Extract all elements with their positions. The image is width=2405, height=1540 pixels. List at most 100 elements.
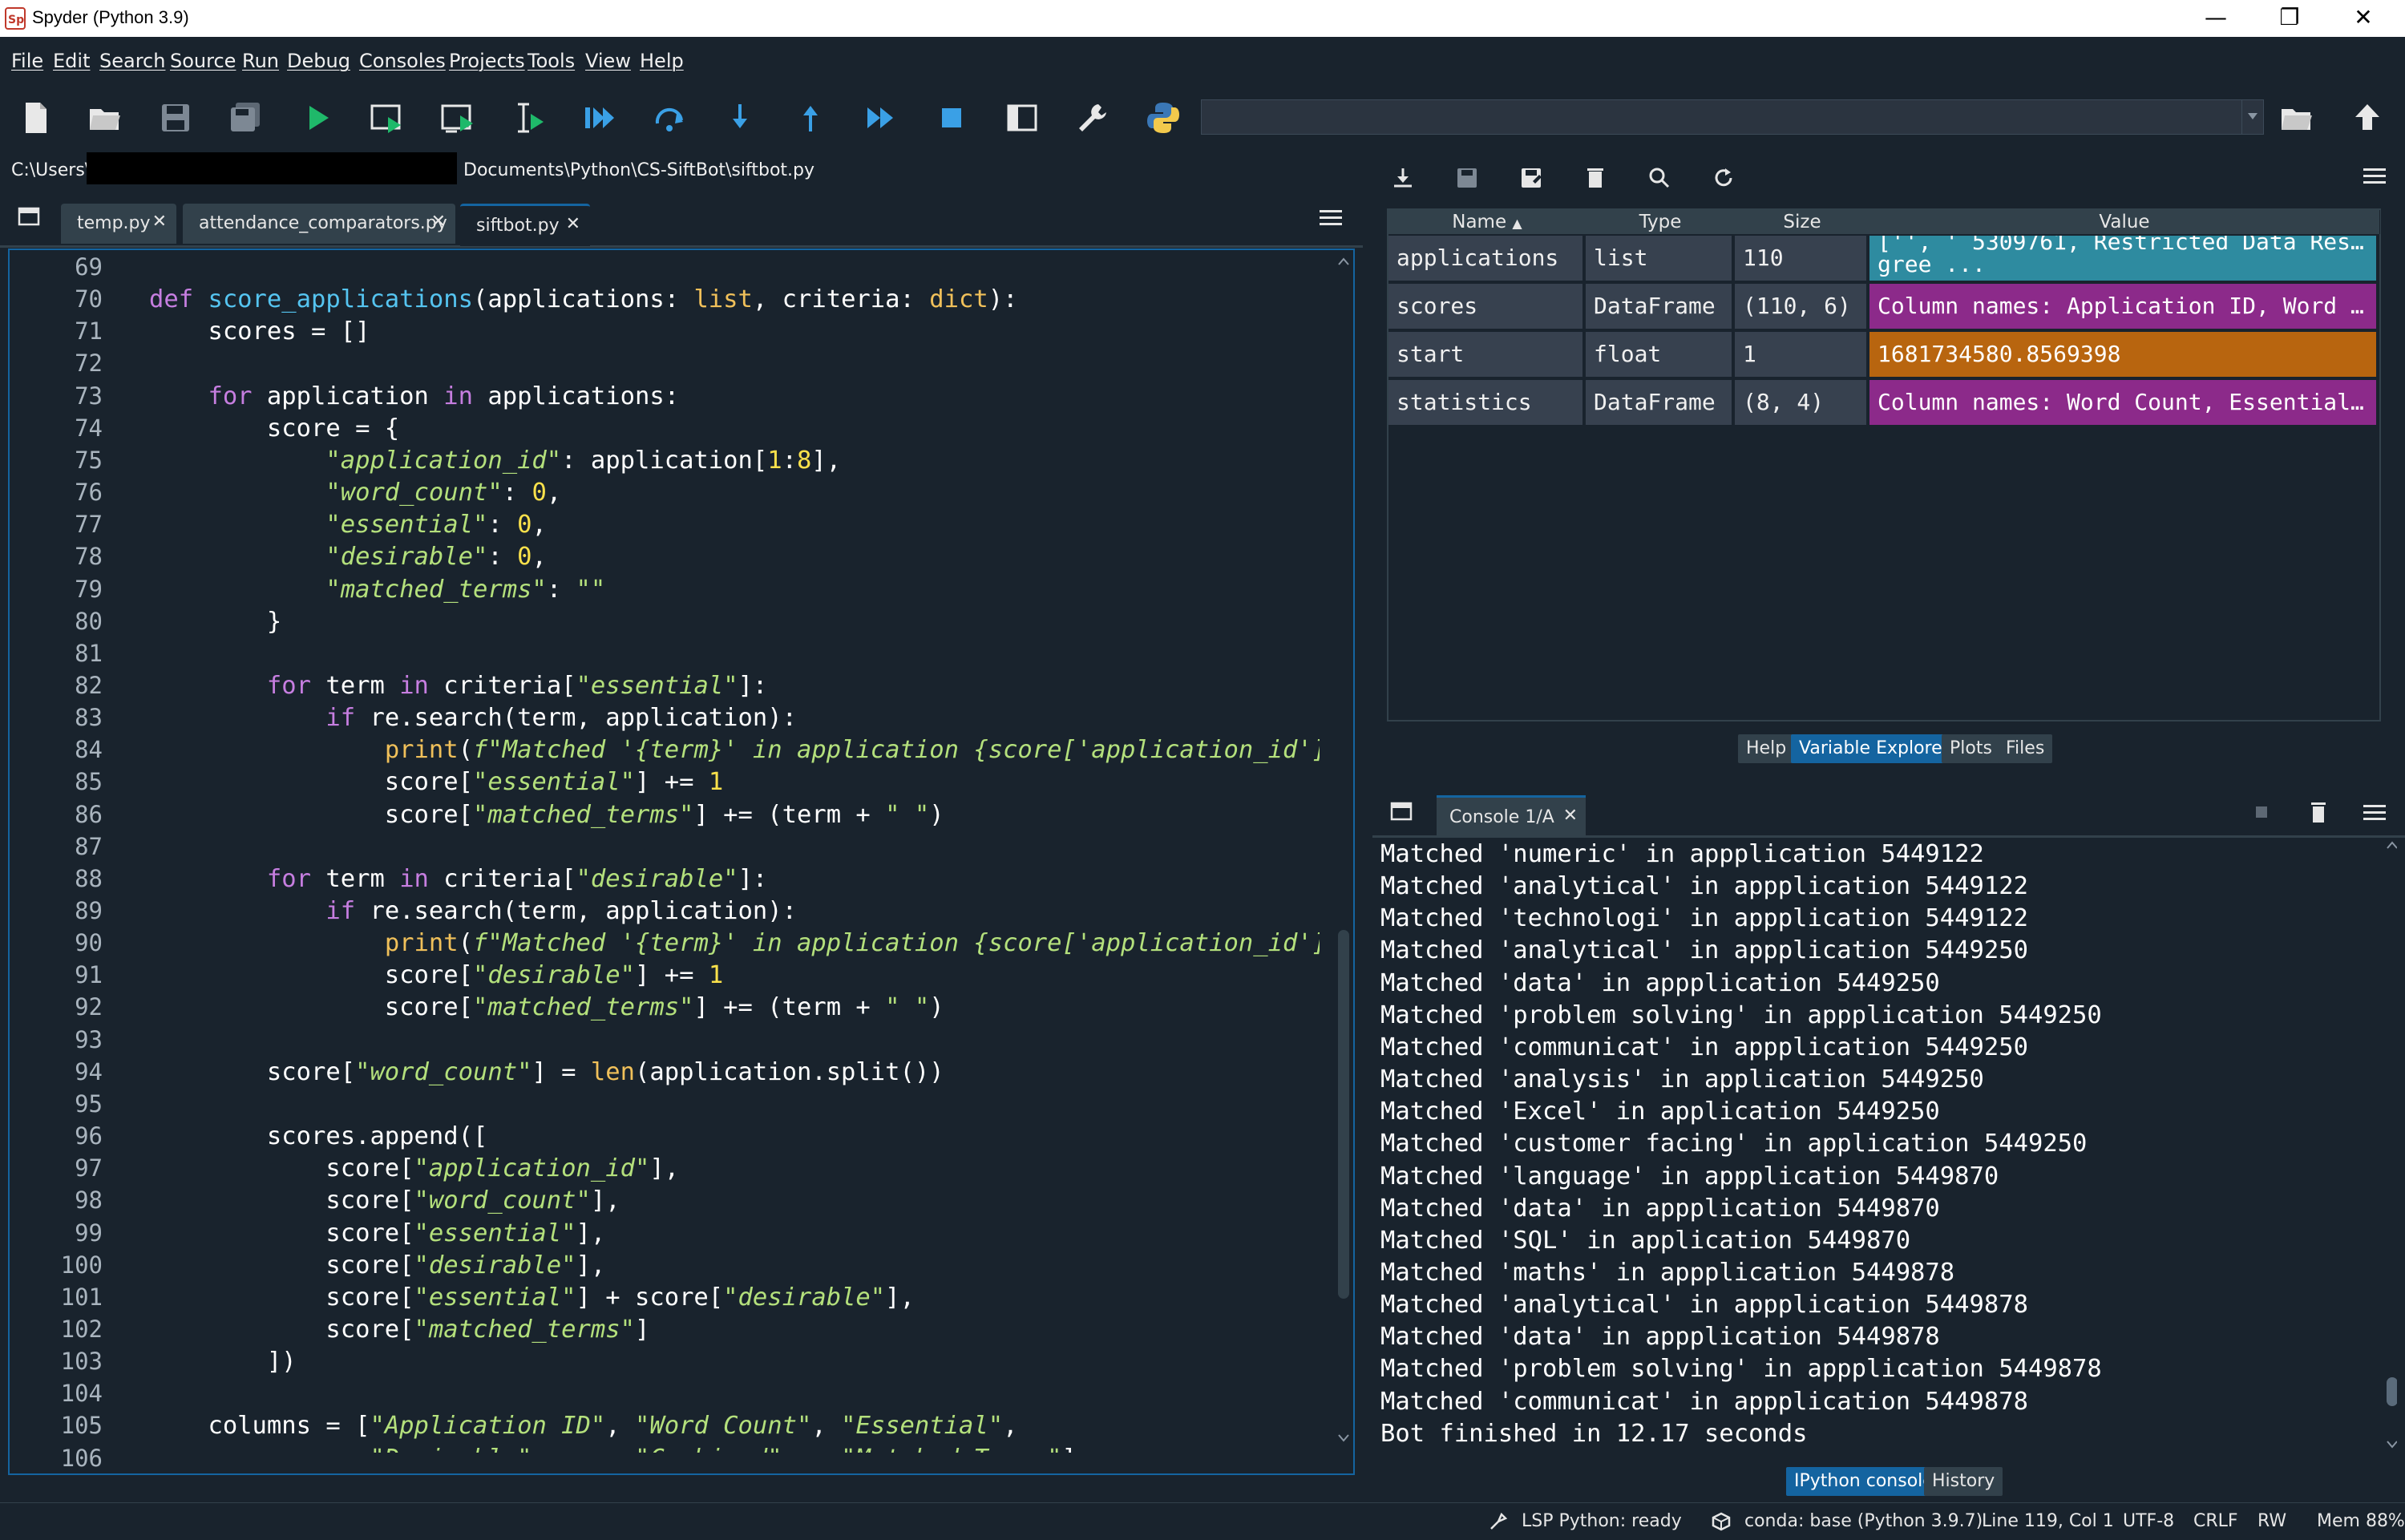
scroll-down-icon[interactable] — [1337, 1433, 1350, 1443]
variable-size-cell[interactable]: 1 — [1735, 332, 1869, 380]
hamburger-menu-icon[interactable] — [1320, 208, 1342, 226]
tab-console-1a[interactable]: Console 1/A ✕ — [1437, 795, 1586, 838]
menu-file[interactable]: File — [11, 50, 43, 72]
import-data-icon[interactable] — [1390, 165, 1416, 191]
variable-table[interactable]: Name ▲ Type Size Value applications list 1… — [1387, 208, 2381, 721]
code-editor[interactable]: 69 70 71 72 73 74 75 76 77 78 79 80 81 82 83 84 85 86 87 88… — [8, 249, 1355, 1475]
code-token: : application[ — [561, 446, 768, 475]
minimize-button[interactable]: — — [2179, 0, 2253, 37]
variable-value-cell[interactable]: Column names: Word Count, Essential… — [1869, 380, 2379, 428]
lsp-status[interactable]: LSP Python: ready — [1522, 1511, 1682, 1531]
interrupt-kernel-icon[interactable] — [2254, 805, 2269, 819]
column-header-name[interactable]: Name ▲ — [1388, 210, 1586, 234]
variable-name-cell[interactable]: scores — [1388, 284, 1586, 332]
column-header-size[interactable]: Size — [1735, 210, 1870, 234]
new-file-icon[interactable] — [18, 99, 55, 136]
tab-variable-explorer[interactable]: Variable Explorer — [1791, 734, 1958, 763]
stop-debug-icon[interactable] — [933, 99, 970, 136]
menu-edit[interactable]: Edit — [53, 50, 90, 72]
close-tab-icon[interactable]: ✕ — [152, 212, 167, 232]
menu-debug[interactable]: Debug — [287, 50, 350, 72]
step-into-icon[interactable] — [722, 99, 758, 136]
menu-search[interactable]: Search — [99, 50, 165, 72]
variable-size-cell[interactable]: 110 — [1735, 236, 1869, 284]
save-data-icon[interactable] — [1454, 165, 1480, 191]
parent-directory-icon[interactable] — [2349, 99, 2386, 136]
variable-value-cell[interactable]: 1681734580.8569398 — [1869, 332, 2379, 380]
python-path-manager-icon[interactable] — [1145, 99, 1182, 136]
working-directory-combo[interactable] — [1201, 99, 2264, 135]
editor-vertical-scrollbar[interactable] — [1336, 257, 1352, 1443]
browse-tabs-icon[interactable] — [18, 207, 40, 226]
menu-source[interactable]: Source — [170, 50, 236, 72]
variable-name-cell[interactable]: statistics — [1388, 380, 1586, 428]
search-icon[interactable] — [1647, 165, 1672, 191]
variable-name-cell[interactable]: applications — [1388, 236, 1586, 284]
combo-dropdown-icon[interactable] — [2241, 100, 2263, 134]
line-number: 80 — [75, 607, 103, 635]
scroll-up-icon[interactable] — [1337, 257, 1350, 266]
hamburger-menu-icon[interactable] — [2363, 803, 2386, 821]
refresh-icon[interactable] — [1711, 165, 1736, 191]
console-output[interactable]: Matched 'numeric' in appplication 544912… — [1380, 840, 2397, 1465]
close-tab-icon[interactable]: ✕ — [1563, 806, 1578, 826]
variable-size-cell[interactable]: (110, 6) — [1735, 284, 1869, 332]
variable-type-cell[interactable]: DataFrame — [1586, 284, 1735, 332]
variable-type-cell[interactable]: DataFrame — [1586, 380, 1735, 428]
close-button[interactable]: ✕ — [2326, 0, 2400, 37]
variable-value-cell[interactable]: ['', ' 5309761, Restricted Data Res… gree… — [1869, 236, 2379, 284]
scroll-down-icon[interactable] — [2386, 1440, 2397, 1449]
step-icon[interactable] — [651, 99, 688, 136]
run-selection-icon[interactable] — [510, 99, 547, 136]
run-icon[interactable] — [300, 99, 337, 136]
tab-history[interactable]: History — [1924, 1467, 2003, 1496]
preferences-wrench-icon[interactable] — [1074, 99, 1111, 136]
tab-ipython-console[interactable]: IPython console — [1786, 1467, 1942, 1496]
variable-type-cell[interactable]: float — [1586, 332, 1735, 380]
menu-view[interactable]: View — [585, 50, 631, 72]
save-data-as-icon[interactable] — [1518, 165, 1544, 191]
tab-siftbot-py[interactable]: siftbot.py ✕ — [460, 204, 590, 246]
line-number: 91 — [75, 961, 103, 989]
tab-attendance-comparators-py[interactable]: attendance_comparators.py ✕ — [183, 204, 455, 244]
menu-projects[interactable]: Projects — [449, 50, 525, 72]
variable-type-cell[interactable]: list — [1586, 236, 1735, 284]
menu-run[interactable]: Run — [242, 50, 279, 72]
scroll-up-icon[interactable] — [2386, 840, 2397, 850]
remove-all-variables-icon[interactable] — [1582, 165, 1608, 191]
console-line: Matched 'SQL' in application 5449870 — [1380, 1226, 1911, 1255]
save-all-icon[interactable] — [228, 99, 265, 136]
tab-files[interactable]: Files — [1998, 734, 2053, 763]
hamburger-menu-icon[interactable] — [2363, 167, 2386, 184]
open-file-icon[interactable] — [87, 99, 123, 136]
console-vertical-scrollbar[interactable] — [2384, 840, 2397, 1449]
scrollbar-thumb[interactable] — [1338, 930, 1349, 1299]
conda-environment[interactable]: conda: base (Python 3.9.7) — [1744, 1511, 1983, 1531]
tab-temp-py[interactable]: temp.py ✕ — [61, 204, 176, 244]
menu-consoles[interactable]: Consoles — [359, 50, 446, 72]
debug-icon[interactable] — [580, 99, 617, 136]
browse-tabs-icon[interactable] — [1390, 802, 1413, 821]
code-text-area[interactable]: def score_applications(applications: lis… — [149, 250, 1320, 1453]
menu-help[interactable]: Help — [640, 50, 684, 72]
tab-help[interactable]: Help — [1738, 734, 1795, 763]
close-tab-icon[interactable]: ✕ — [431, 212, 446, 232]
column-header-type[interactable]: Type — [1586, 210, 1736, 234]
maximize-pane-icon[interactable] — [1004, 99, 1041, 136]
step-return-icon[interactable] — [792, 99, 829, 136]
save-icon[interactable] — [157, 99, 194, 136]
column-header-value[interactable]: Value — [1869, 210, 2380, 234]
variable-size-cell[interactable]: (8, 4) — [1735, 380, 1869, 428]
run-cell-icon[interactable] — [369, 99, 406, 136]
browse-folder-icon[interactable] — [2278, 99, 2315, 136]
variable-value-cell[interactable]: Column names: Application ID, Word … — [1869, 284, 2379, 332]
menu-tools[interactable]: Tools — [527, 50, 575, 72]
remove-variables-icon[interactable] — [2309, 800, 2328, 824]
restore-button[interactable]: ❐ — [2253, 0, 2326, 37]
variable-name-cell[interactable]: start — [1388, 332, 1586, 380]
continue-icon[interactable] — [863, 99, 899, 136]
scrollbar-thumb[interactable] — [2387, 1377, 2397, 1406]
tab-plots[interactable]: Plots — [1942, 734, 2000, 763]
close-tab-icon[interactable]: ✕ — [566, 214, 580, 234]
run-cell-advance-icon[interactable] — [439, 99, 476, 136]
